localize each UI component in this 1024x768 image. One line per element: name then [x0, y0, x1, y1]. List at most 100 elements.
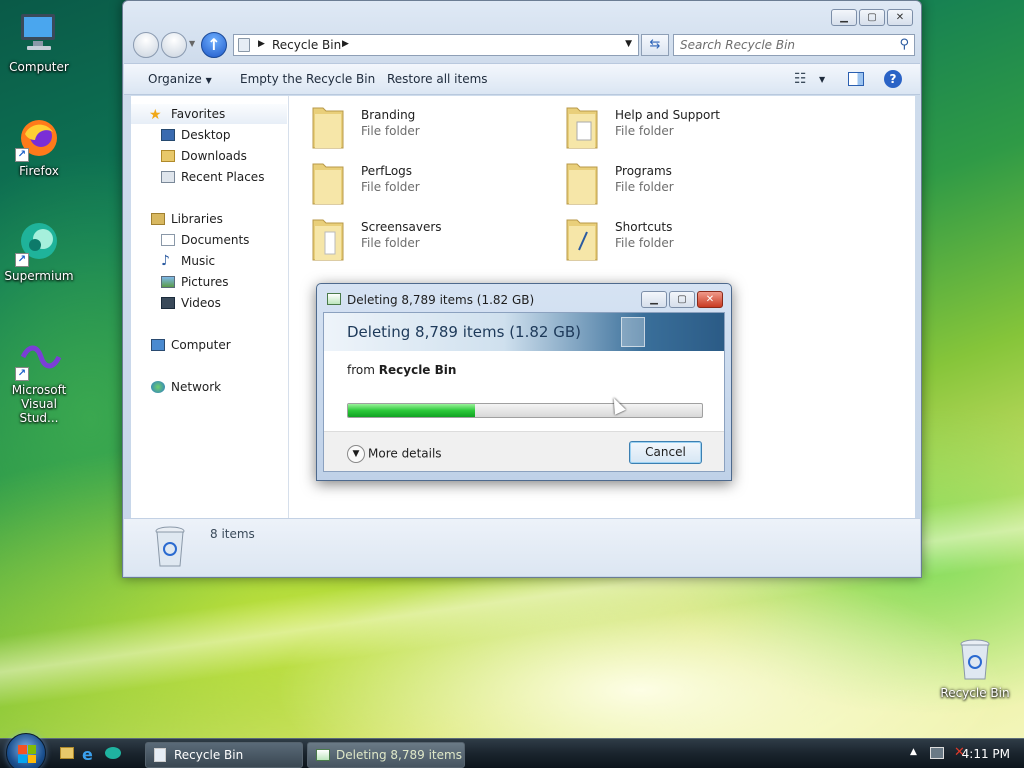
- nav-recent-places[interactable]: Recent Places: [131, 167, 287, 187]
- back-button[interactable]: [133, 32, 159, 58]
- start-button[interactable]: [6, 733, 46, 768]
- breadcrumb[interactable]: Recycle Bin: [272, 38, 341, 52]
- list-item[interactable]: Shortcuts File folder: [565, 212, 815, 264]
- folder-icon: [566, 163, 598, 205]
- desktop-icon-supermium[interactable]: ↗ Supermium: [2, 219, 76, 283]
- item-name: Programs: [615, 164, 672, 178]
- show-hidden-icons-icon[interactable]: ▲: [910, 747, 917, 757]
- nav-music[interactable]: ♪ Music: [131, 251, 287, 271]
- list-item[interactable]: Screensavers File folder: [311, 212, 561, 264]
- help-icon[interactable]: ?: [884, 70, 902, 88]
- list-item[interactable]: Help and Support File folder: [565, 100, 815, 152]
- documents-icon: [161, 234, 175, 246]
- maximize-button[interactable]: ▢: [859, 9, 885, 26]
- organize-button[interactable]: Organize ▼: [148, 72, 212, 86]
- taskbar: e Recycle Bin Deleting 8,789 items ... ▲…: [0, 733, 1024, 768]
- dialog-header: Deleting 8,789 items (1.82 GB): [324, 313, 724, 351]
- recycle-bin-icon: [155, 526, 185, 567]
- desktop-icon-computer[interactable]: Computer: [2, 10, 76, 74]
- switch-windows-icon[interactable]: [105, 747, 121, 759]
- more-details-button[interactable]: ▼ More details: [347, 445, 442, 463]
- recent-pages-dropdown[interactable]: ▼: [189, 39, 195, 48]
- windows-logo-icon: [18, 745, 36, 763]
- desktop-icon-label: Firefox: [19, 164, 59, 178]
- network-icon: [151, 381, 165, 393]
- item-type: File folder: [361, 180, 420, 194]
- downloads-folder-icon: [161, 150, 175, 162]
- forward-button[interactable]: [161, 32, 187, 58]
- dialog-maximize-button[interactable]: ▢: [669, 291, 695, 308]
- dialog-title: Deleting 8,789 items (1.82 GB): [347, 293, 535, 307]
- dialog-body: Deleting 8,789 items (1.82 GB) from Recy…: [323, 312, 725, 472]
- dialog-close-button[interactable]: ✕: [697, 291, 723, 308]
- item-name: Shortcuts: [615, 220, 673, 234]
- list-item[interactable]: PerfLogs File folder: [311, 156, 561, 208]
- breadcrumb-arrow-icon[interactable]: ▶: [258, 39, 265, 49]
- preview-pane-icon[interactable]: [848, 72, 864, 86]
- shortcut-arrow-icon: ↗: [15, 148, 29, 162]
- network-tray-icon[interactable]: [930, 747, 944, 759]
- nav-documents[interactable]: Documents: [131, 230, 287, 250]
- nav-pictures[interactable]: Pictures: [131, 272, 287, 292]
- star-icon: ★: [149, 107, 162, 123]
- show-desktop-icon[interactable]: [60, 747, 74, 759]
- desktop-icon-visual-studio[interactable]: ↗ Microsoft Visual Stud...: [2, 333, 76, 425]
- folder-icon: [312, 219, 344, 261]
- from-value: Recycle Bin: [378, 363, 457, 377]
- close-button[interactable]: ✕: [887, 9, 913, 26]
- nav-computer[interactable]: Computer: [131, 335, 287, 355]
- nav-network[interactable]: Network: [131, 377, 287, 397]
- nav-videos[interactable]: Videos: [131, 293, 287, 313]
- navigation-pane: ★ Favorites Desktop Downloads Recent Pla…: [131, 96, 289, 518]
- item-name: Branding: [361, 108, 416, 122]
- dialog-footer: ▼ More details Cancel: [324, 431, 724, 471]
- empty-recycle-bin-button[interactable]: Empty the Recycle Bin: [240, 72, 375, 86]
- refresh-button[interactable]: ⇆: [641, 34, 669, 56]
- breadcrumb-arrow-icon[interactable]: ▶: [342, 39, 349, 49]
- address-bar[interactable]: ▶ Recycle Bin ▶ ▼: [233, 34, 639, 56]
- internet-explorer-icon[interactable]: e: [82, 745, 93, 764]
- search-input[interactable]: Search Recycle Bin ⚲: [673, 34, 915, 56]
- taskbar-button-recycle-bin[interactable]: Recycle Bin: [145, 742, 303, 768]
- folder-icon: [312, 107, 344, 149]
- item-count: 8 items: [210, 527, 255, 541]
- file-progress-icon: [316, 749, 330, 761]
- up-button[interactable]: ↑: [201, 32, 227, 58]
- cancel-button[interactable]: Cancel: [629, 441, 702, 464]
- views-icon[interactable]: ☷: [794, 71, 807, 87]
- views-dropdown-icon[interactable]: ▼: [819, 75, 825, 84]
- dialog-minimize-button[interactable]: ▁: [641, 291, 667, 308]
- chevron-down-icon: ▼: [205, 76, 212, 85]
- videos-icon: [161, 297, 175, 309]
- taskbar-button-deleting[interactable]: Deleting 8,789 items ...: [307, 742, 465, 768]
- progress-bar: [347, 403, 703, 418]
- list-item[interactable]: Programs File folder: [565, 156, 815, 208]
- navigation-bar: ▼ ↑ ▶ Recycle Bin ▶ ▼ ⇆ Search Recycle B…: [131, 31, 915, 59]
- item-name: Help and Support: [615, 108, 720, 122]
- clock[interactable]: 4:11 PM: [962, 747, 1010, 761]
- minimize-button[interactable]: ▁: [831, 9, 857, 26]
- desktop-icon-recycle-bin[interactable]: Recycle Bin: [938, 636, 1012, 700]
- details-pane: 8 items: [124, 518, 920, 576]
- desktop-icon-label: Computer: [9, 60, 69, 74]
- item-type: File folder: [361, 236, 420, 250]
- nav-desktop[interactable]: Desktop: [131, 125, 287, 145]
- recycle-dialog-icon: [327, 293, 341, 305]
- nav-downloads[interactable]: Downloads: [131, 146, 287, 166]
- nav-favorites[interactable]: ★ Favorites: [131, 104, 287, 124]
- shortcut-arrow-icon: ↗: [15, 253, 29, 267]
- libraries-icon: [151, 213, 165, 225]
- music-icon: ♪: [161, 253, 170, 269]
- folder-icon: [566, 219, 598, 261]
- restore-all-items-button[interactable]: Restore all items: [387, 72, 488, 86]
- dialog-caption-buttons: ▁ ▢ ✕: [641, 291, 723, 308]
- search-icon[interactable]: ⚲: [899, 37, 909, 52]
- desktop-icon-firefox[interactable]: ↗ Firefox: [2, 114, 76, 178]
- progress-fill: [348, 404, 476, 417]
- nav-libraries[interactable]: Libraries: [131, 209, 287, 229]
- recycle-bin-small-icon: [238, 38, 250, 52]
- recycle-bin-icon: [154, 748, 166, 762]
- address-dropdown-icon[interactable]: ▼: [625, 39, 632, 49]
- command-bar: Organize ▼ Empty the Recycle Bin Restore…: [124, 63, 920, 95]
- list-item[interactable]: Branding File folder: [311, 100, 561, 152]
